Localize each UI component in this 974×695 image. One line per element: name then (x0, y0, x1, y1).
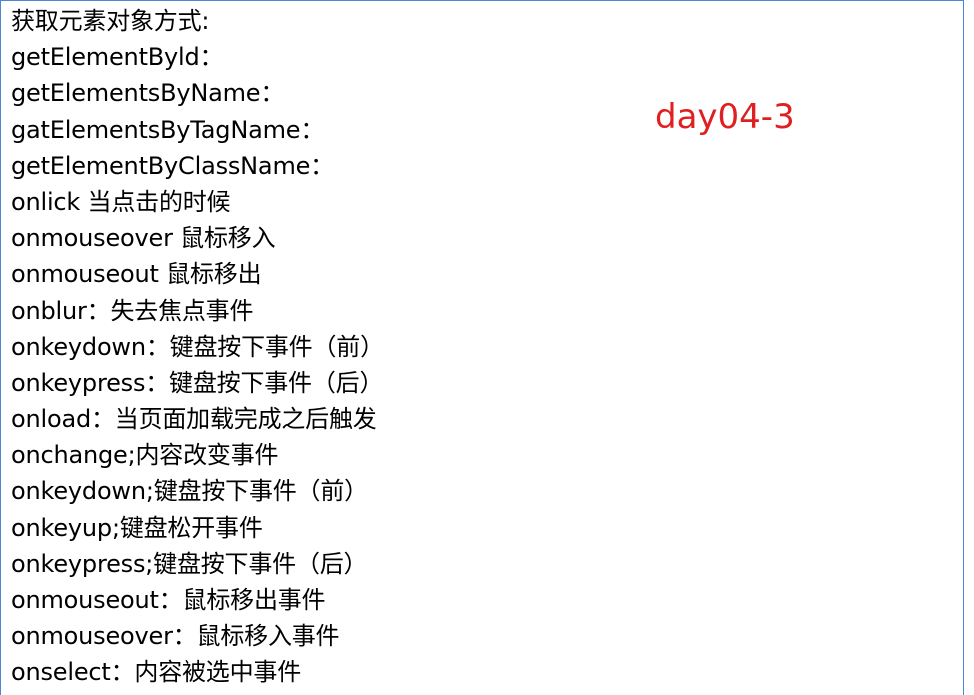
day-label: day04-3 (655, 97, 795, 137)
notes-line: onselect：内容被选中事件 (11, 658, 302, 687)
notes-list: 获取元素对象方式: getElementByld： getElementsByN… (11, 3, 384, 691)
notes-line: getElementByld： (11, 43, 224, 72)
text-box-frame: 获取元素对象方式: getElementByld： getElementsByN… (0, 0, 964, 695)
notes-line: onmouseover：鼠标移入事件 (11, 622, 340, 651)
notes-line: onchange;内容改变事件 (11, 441, 279, 470)
notes-line: onmouseout：鼠标移出事件 (11, 586, 326, 614)
notes-line: onlick 当点击的时候 (11, 187, 231, 216)
notes-line: getElementsByName： (11, 79, 285, 108)
notes-line: onkeydown：键盘按下事件（前） (11, 332, 384, 361)
notes-line: gatElementsByTagName： (11, 115, 325, 144)
notes-line: onload：当页面加载完成之后触发 (11, 405, 377, 434)
notes-line: 获取元素对象方式: (11, 7, 210, 35)
notes-line: onkeyup;键盘松开事件 (11, 513, 263, 542)
notes-line: getElementByClassName： (11, 151, 334, 180)
notes-line: onkeydown;键盘按下事件（前） (11, 477, 368, 506)
notes-line: onkeypress;键盘按下事件（后） (11, 549, 368, 578)
notes-line: onmouseover 鼠标移入 (11, 224, 276, 253)
notes-line: onblur：失去焦点事件 (11, 296, 254, 325)
notes-line: onkeypress：键盘按下事件（后） (11, 368, 384, 397)
notes-line: onmouseout 鼠标移出 (11, 260, 262, 289)
